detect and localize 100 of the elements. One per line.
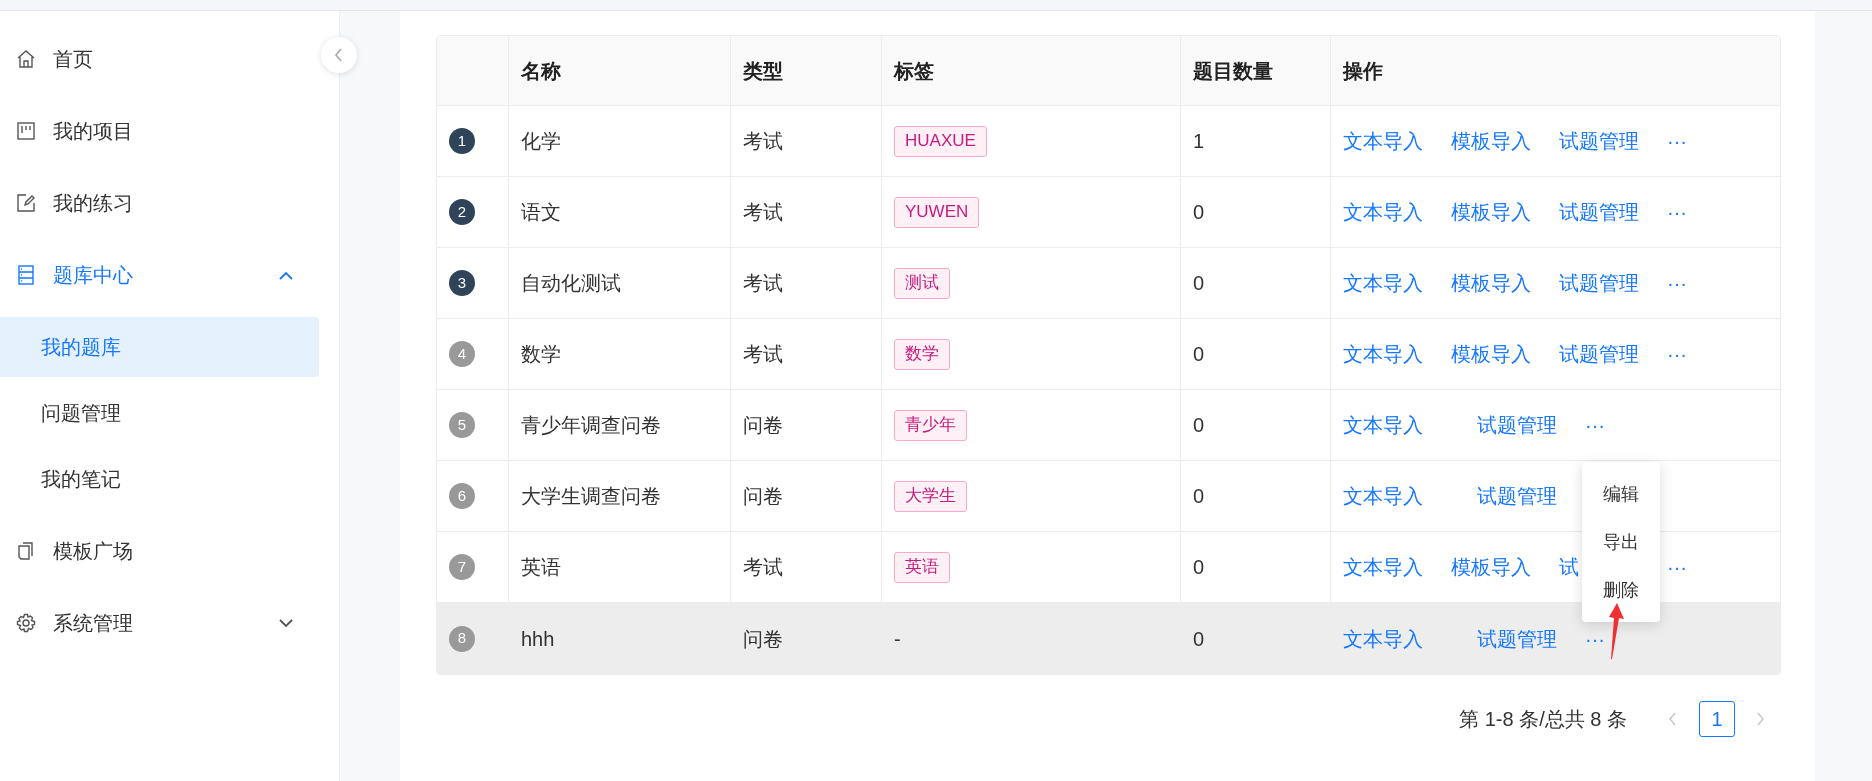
table-row[interactable]: 1 化学 考试 HUAXUE 1 文本导入 模板导入 试题管理 ··· [437, 106, 1780, 177]
column-header: 名称 [521, 58, 561, 84]
action-link[interactable]: 试题管理 [1559, 126, 1639, 156]
tag: 大学生 [894, 480, 967, 512]
sidebar-item[interactable]: 模板广场 [0, 515, 319, 587]
action-link[interactable]: 文本导入 [1343, 126, 1423, 156]
page-button[interactable]: 1 [1699, 701, 1735, 737]
more-link[interactable]: ··· [1585, 623, 1605, 654]
copy-icon [16, 541, 36, 561]
table-cell-text: 语文 [521, 200, 561, 225]
table-cell-text: 0 [1193, 555, 1205, 580]
index-badge: 4 [449, 341, 475, 367]
table-cell-text: 0 [1193, 271, 1205, 296]
more-link[interactable]: ··· [1667, 339, 1687, 369]
action-link[interactable]: 试题管理 [1477, 623, 1557, 654]
action-link[interactable]: 文本导入 [1343, 339, 1423, 369]
annotation-arrow [1608, 603, 1624, 659]
menu-item[interactable]: 编辑 [1582, 470, 1660, 518]
table-cell-text: 英语 [521, 555, 561, 580]
action-link[interactable]: 试题管理 [1477, 481, 1557, 511]
sidebar-item[interactable]: 题库中心 [0, 239, 319, 311]
column-header: 标签 [894, 58, 934, 84]
home-icon [16, 49, 36, 69]
action-link[interactable]: 模板导入 [1451, 126, 1531, 156]
table-cell-text: 0 [1193, 413, 1205, 438]
tag: HUAXUE [894, 125, 987, 157]
action-link[interactable]: 文本导入 [1343, 552, 1423, 582]
action-link[interactable]: 文本导入 [1343, 481, 1423, 511]
edit-icon [16, 193, 36, 213]
table-cell-text: hhh [521, 626, 555, 652]
action-link[interactable]: 文本导入 [1343, 197, 1423, 227]
action-link[interactable]: 文本导入 [1343, 623, 1423, 654]
table-cell-text: 化学 [521, 129, 561, 154]
index-badge: 7 [449, 554, 475, 580]
table-row[interactable]: 4 数学 考试 数学 0 文本导入 模板导入 试题管理 ··· [437, 319, 1780, 390]
action-link[interactable]: 试题管理 [1559, 268, 1639, 298]
action-link[interactable]: 文本导入 [1343, 268, 1423, 298]
table-cell-text: 0 [1193, 342, 1205, 367]
table-row[interactable]: 2 语文 考试 YUWEN 0 文本导入 模板导入 试题管理 ··· [437, 177, 1780, 248]
more-link[interactable]: ··· [1667, 268, 1687, 298]
chevron-right-icon [1756, 712, 1766, 726]
sidebar-item[interactable]: 我的笔记 [0, 449, 319, 509]
index-badge: 2 [449, 199, 475, 225]
table-cell-text: 1 [1193, 129, 1205, 154]
table-cell-text: 0 [1193, 626, 1205, 652]
column-header: 操作 [1343, 58, 1383, 84]
list-icon [16, 265, 36, 285]
action-link[interactable]: 模板导入 [1451, 339, 1531, 369]
table-row[interactable]: 5 青少年调查问卷 问卷 青少年 0 文本导入 试题管理 ··· [437, 390, 1780, 461]
sidebar-item[interactable]: 我的题库 [0, 317, 319, 377]
action-link[interactable]: 试题管理 [1559, 197, 1639, 227]
action-link[interactable]: 试题管理 [1559, 339, 1639, 369]
column-header: 题目数量 [1193, 58, 1273, 84]
more-link[interactable]: ··· [1667, 197, 1687, 227]
sidebar-item[interactable]: 我的练习 [0, 167, 319, 239]
action-link[interactable]: 模板导入 [1451, 268, 1531, 298]
chevron-left-icon [1668, 712, 1678, 726]
chevron-left-icon [334, 48, 344, 62]
collapse-button[interactable] [321, 37, 357, 73]
action-link[interactable]: 模板导入 [1451, 552, 1531, 582]
index-badge: 3 [449, 270, 475, 296]
more-link[interactable]: ··· [1667, 126, 1687, 156]
table-cell-text: 0 [1193, 484, 1205, 509]
action-link[interactable]: 试 [1559, 552, 1579, 582]
sidebar-item[interactable]: 我的项目 [0, 95, 319, 167]
more-link[interactable]: ··· [1585, 410, 1605, 440]
tag: 测试 [894, 267, 950, 299]
tag: 英语 [894, 551, 950, 583]
table-cell-text: 问卷 [743, 626, 783, 652]
table-cell-text: 考试 [743, 129, 783, 154]
table-cell-text: 问卷 [743, 484, 783, 509]
index-badge: 1 [449, 128, 475, 154]
table-cell-text: 数学 [521, 342, 561, 367]
sidebar-item[interactable]: 问题管理 [0, 383, 319, 443]
settings-icon [16, 613, 36, 633]
pagination-summary: 第 1-8 条/总共 8 条 [1459, 707, 1627, 732]
tag: YUWEN [894, 196, 980, 228]
table-cell-text: 考试 [743, 555, 783, 580]
action-link[interactable]: 试题管理 [1477, 410, 1557, 440]
action-link[interactable]: 文本导入 [1343, 410, 1423, 440]
table-cell-text: 考试 [743, 200, 783, 225]
tag: 青少年 [894, 409, 967, 441]
more-link[interactable]: ··· [1667, 552, 1687, 582]
table-cell-text: 问卷 [743, 413, 783, 438]
sidebar-item[interactable]: 首页 [0, 23, 319, 95]
sidebar-item[interactable]: 系统管理 [0, 587, 319, 659]
table-cell-text: 青少年调查问卷 [521, 413, 661, 438]
column-header: 类型 [743, 58, 783, 84]
index-badge: 6 [449, 483, 475, 509]
tag: 数学 [894, 338, 950, 370]
table-cell-text: 大学生调查问卷 [521, 484, 661, 509]
table-row[interactable]: 3 自动化测试 考试 测试 0 文本导入 模板导入 试题管理 ··· [437, 248, 1780, 319]
table-row[interactable]: 8 hhh 问卷 - 0 文本导入 试题管理 ··· [437, 603, 1780, 674]
index-badge: 8 [449, 625, 475, 652]
table-cell-text: 考试 [743, 271, 783, 296]
table-cell-text: 自动化测试 [521, 271, 621, 296]
action-link[interactable]: 模板导入 [1451, 197, 1531, 227]
board-icon [16, 121, 36, 141]
table-cell-text: 考试 [743, 342, 783, 367]
table-cell-text: - [894, 626, 901, 652]
